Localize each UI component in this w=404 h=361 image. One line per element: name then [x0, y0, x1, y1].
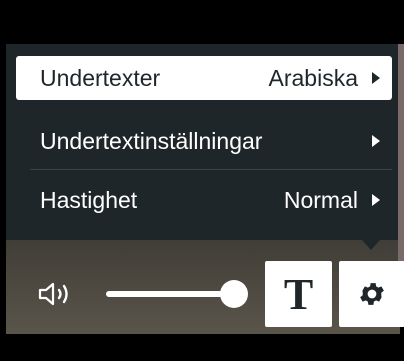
menu-divider: [30, 169, 392, 170]
chevron-right-icon: [372, 135, 380, 147]
captions-icon: T: [283, 269, 314, 319]
volume-slider-handle[interactable]: [220, 280, 248, 308]
menu-item-label: Undertextinställningar: [40, 127, 263, 154]
control-bar: T: [6, 256, 404, 334]
settings-button[interactable]: [339, 261, 404, 327]
captions-button[interactable]: T: [265, 261, 332, 327]
menu-item-speed[interactable]: Hastighet Normal: [16, 178, 392, 222]
speaker-icon[interactable]: [38, 280, 82, 308]
gear-icon: [360, 283, 384, 305]
menu-item-subtitles[interactable]: Undertexter Arabiska: [16, 56, 392, 100]
settings-menu: Undertexter Arabiska Undertextinställnin…: [6, 44, 398, 240]
chevron-right-icon: [372, 194, 380, 206]
chevron-right-icon: [372, 72, 380, 84]
menu-pointer: [362, 240, 380, 250]
bottom-bar: [0, 334, 404, 361]
menu-item-subtitle-settings[interactable]: Undertextinställningar: [16, 119, 392, 163]
menu-item-label: Hastighet: [40, 186, 138, 213]
video-player: Undertexter Arabiska Undertextinställnin…: [0, 0, 404, 361]
menu-item-value: Arabiska: [268, 64, 358, 91]
menu-item-label: Undertexter: [40, 64, 161, 91]
volume-slider-track[interactable]: [106, 291, 236, 297]
menu-item-value: Normal: [283, 186, 358, 213]
